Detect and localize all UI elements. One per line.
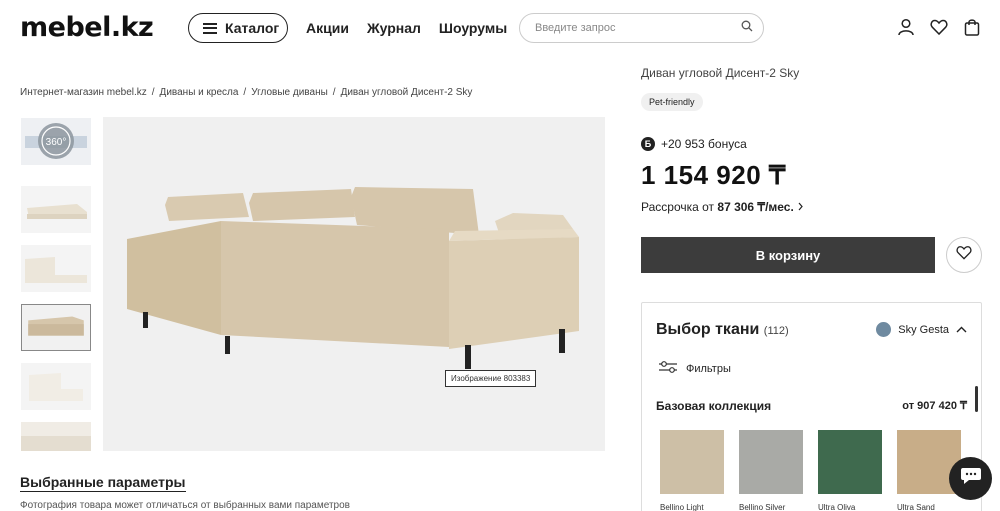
fabric-swatch[interactable]: Ultra Oliva: [818, 430, 882, 511]
panel-scrollbar[interactable]: [975, 386, 978, 412]
thumbnail-360-label: 360°: [46, 137, 67, 148]
search-box: [519, 13, 764, 43]
product-main-image[interactable]: [103, 117, 605, 451]
selected-params-title[interactable]: Выбранные параметры: [20, 474, 186, 492]
fabric-swatch-label: Ultra Oliva: [818, 503, 856, 511]
fabric-title: Выбор ткани (112): [656, 321, 789, 339]
image-caption: Изображение 803383: [445, 370, 537, 387]
selected-params-note: Фотография товара может отличаться от вы…: [20, 500, 350, 511]
catalog-button-label: Каталог: [225, 20, 280, 36]
fabric-swatch-label: Bellino Silver: [739, 503, 786, 511]
breadcrumb-separator: /: [243, 87, 247, 98]
chat-button[interactable]: [949, 457, 992, 500]
nav-link-journal[interactable]: Журнал: [367, 20, 421, 36]
menu-icon: [203, 22, 217, 34]
bonus-icon: Б: [641, 137, 655, 151]
thumbnail-4[interactable]: [21, 304, 91, 351]
chevron-right-icon: [797, 200, 804, 214]
installment-link[interactable]: Рассрочка от 87 306 ₸/мес.: [641, 200, 804, 214]
nav-link-promotions[interactable]: Акции: [306, 20, 349, 36]
main-nav: Акции Журнал Шоурумы: [306, 20, 507, 36]
fabric-swatch-tile: [818, 430, 882, 494]
search-icon[interactable]: [741, 19, 753, 37]
sofa-illustration: [103, 117, 605, 451]
chat-bubble-icon: [960, 466, 982, 491]
selected-fabric-name: Sky Gesta: [898, 323, 949, 336]
header-icons: [897, 18, 981, 36]
product-title: Диван угловой Дисент-2 Sky: [641, 66, 800, 80]
fabric-swatch-label: Bellino Light: [660, 503, 704, 511]
breadcrumb-item-corner-sofas[interactable]: Угловые диваны: [251, 87, 328, 98]
installment-value: 87 306 ₸/мес.: [717, 200, 794, 214]
breadcrumb-item-shop[interactable]: Интернет-магазин mebel.kz: [20, 87, 147, 98]
breadcrumb-separator: /: [151, 87, 155, 98]
user-icon[interactable]: [897, 18, 915, 36]
cart-bag-icon[interactable]: [963, 18, 981, 36]
fabric-title-text: Выбор ткани: [656, 321, 760, 338]
thumbnail-3[interactable]: [21, 245, 91, 292]
fabric-swatch[interactable]: Bellino Light: [660, 430, 724, 511]
fabric-selector-panel: Выбор ткани (112) Sky Gesta Фильтры Базо…: [641, 302, 982, 511]
bonus-info: Б +20 953 бонуса: [641, 137, 747, 151]
filter-sliders-icon: [658, 360, 678, 377]
fabric-swatches: Bellino Light Bellino Silver Ultra Oliva…: [660, 430, 961, 511]
product-price: 1 154 920 ₸: [641, 160, 786, 190]
add-to-cart-button[interactable]: В корзину: [641, 237, 935, 273]
selected-fabric-swatch: [876, 322, 892, 337]
nav-link-showrooms[interactable]: Шоурумы: [439, 20, 507, 36]
breadcrumb-item-current[interactable]: Диван угловой Дисент-2 Sky: [341, 87, 473, 98]
fabric-swatch-tile: [660, 430, 724, 494]
breadcrumb-separator: /: [332, 87, 336, 98]
catalog-button[interactable]: Каталог: [188, 13, 288, 43]
installment-prefix: Рассрочка от: [641, 200, 715, 214]
site-header: mebel.kz Каталог Акции Журнал Шоурумы: [0, 0, 1000, 58]
collection-price: от 907 420 ₸: [902, 400, 967, 412]
thumbnail-2[interactable]: [21, 186, 91, 233]
add-to-favorites-button[interactable]: [946, 237, 982, 273]
site-logo[interactable]: mebel.kz: [20, 12, 154, 43]
thumbnail-5[interactable]: [21, 363, 91, 410]
fabric-swatch[interactable]: Bellino Silver: [739, 430, 803, 511]
filters-label: Фильтры: [686, 362, 731, 375]
thumbnail-6[interactable]: [21, 422, 91, 451]
filters-button[interactable]: Фильтры: [658, 360, 731, 377]
fabric-swatch-tile: [739, 430, 803, 494]
pet-friendly-badge: Pet-friendly: [641, 93, 703, 111]
bonus-text: +20 953 бонуса: [661, 137, 747, 151]
thumbnail-360[interactable]: 360°: [21, 118, 91, 165]
fabric-swatch-label: Ultra Sand: [897, 503, 935, 511]
heart-icon[interactable]: [930, 18, 948, 36]
chevron-up-icon: [956, 324, 967, 336]
breadcrumb-item-sofas[interactable]: Диваны и кресла: [160, 87, 239, 98]
heart-icon: [956, 245, 972, 265]
breadcrumb: Интернет-магазин mebel.kz / Диваны и кре…: [20, 87, 472, 98]
collection-name: Базовая коллекция: [656, 399, 772, 413]
fabric-count: (112): [763, 325, 789, 337]
fabric-selected-toggle[interactable]: Sky Gesta: [876, 322, 967, 337]
search-input[interactable]: [535, 22, 741, 34]
